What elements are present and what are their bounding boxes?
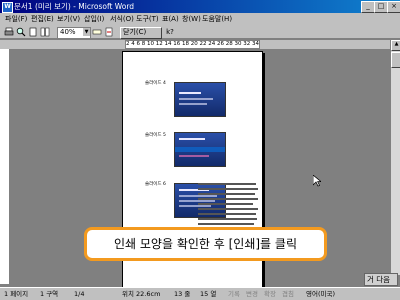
slide-thumbnail: [174, 132, 226, 167]
one-page-icon[interactable]: [28, 27, 38, 37]
status-section: 1 구역: [40, 290, 59, 298]
slide-caption: 슬라이드 4: [145, 81, 166, 86]
close-window-button[interactable]: ×: [387, 1, 400, 13]
vertical-ruler[interactable]: [0, 49, 10, 284]
status-line: 13 줄: [174, 290, 191, 298]
mouse-cursor-icon: [313, 175, 321, 187]
next-step-button[interactable]: 거 다음: [364, 273, 398, 286]
status-page-of: 1/4: [74, 290, 85, 298]
status-flag-overtype[interactable]: 겹침: [282, 290, 294, 299]
context-help-button[interactable]: k?: [163, 27, 177, 37]
slide-caption: 슬라이드 5: [145, 133, 166, 138]
magnifier-icon[interactable]: [16, 27, 26, 37]
multiple-pages-icon[interactable]: [40, 27, 50, 37]
shrink-to-fit-icon[interactable]: [104, 27, 114, 37]
ruler-margin-left: [0, 40, 125, 49]
scroll-thumb[interactable]: [391, 52, 400, 68]
view-ruler-icon[interactable]: [92, 27, 102, 37]
menu-window[interactable]: 창(W): [182, 14, 201, 24]
status-page: 1 페이지: [4, 290, 29, 298]
menu-view[interactable]: 보기(V): [57, 14, 80, 24]
menu-bar: 파일(F) 편집(E) 보기(V) 삽입(I) 서식(O) 도구(T) 표(A)…: [0, 13, 400, 25]
zoom-value: 40%: [60, 28, 76, 36]
maximize-button[interactable]: □: [374, 1, 388, 13]
slide-thumbnail: [174, 82, 226, 117]
vertical-scrollbar[interactable]: ▲: [390, 40, 400, 275]
menu-format[interactable]: 서식(O): [110, 14, 134, 24]
status-column: 15 열: [200, 290, 217, 298]
slide-caption: 슬라이드 6: [145, 182, 166, 187]
menu-insert[interactable]: 삽입(I): [84, 14, 104, 24]
horizontal-ruler[interactable]: 2 4 6 8 10 12 14 16 18 20 22 24 26 28 30…: [125, 40, 260, 49]
menu-help[interactable]: 도움말(H): [202, 14, 232, 24]
status-language: 영어(미국): [306, 290, 335, 298]
status-flag-record[interactable]: 기록: [228, 290, 240, 299]
scroll-up-button[interactable]: ▲: [391, 40, 400, 51]
status-flag-extend[interactable]: 확장: [264, 290, 276, 299]
menu-file[interactable]: 파일(F): [5, 14, 27, 24]
zoom-select[interactable]: 40% ▼: [57, 27, 91, 39]
title-bar: W 문서1 (미리 보기) - Microsoft Word _ □ ×: [0, 0, 400, 13]
status-bar: 1 페이지 1 구역 1/4 위치 22.6cm 13 줄 15 열 기록 변경…: [0, 287, 400, 300]
close-preview-button[interactable]: 닫기(C): [120, 27, 162, 39]
word-app-icon: W: [2, 2, 13, 13]
ruler-margin-right: [260, 40, 390, 49]
menu-table[interactable]: 표(A): [162, 14, 179, 24]
menu-tools[interactable]: 도구(T): [136, 14, 159, 24]
status-flag-track[interactable]: 변경: [246, 290, 258, 299]
window-title: 문서1 (미리 보기) - Microsoft Word: [14, 2, 135, 11]
print-preview-toolbar: 40% ▼ 닫기(C) k?: [0, 25, 400, 39]
minimize-button[interactable]: _: [361, 1, 375, 13]
print-icon[interactable]: [4, 27, 14, 37]
status-position: 위치 22.6cm: [122, 290, 161, 298]
menu-edit[interactable]: 편집(E): [31, 14, 54, 24]
chevron-down-icon[interactable]: ▼: [83, 28, 90, 36]
instruction-callout: 인쇄 모양을 확인한 후 [인쇄]를 클릭: [84, 227, 327, 261]
